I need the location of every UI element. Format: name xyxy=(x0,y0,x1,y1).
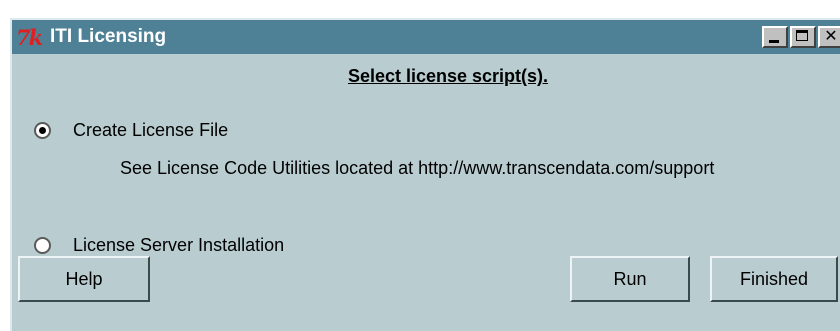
radio-selected-icon[interactable] xyxy=(34,122,51,139)
option-create-license-file[interactable]: Create License File xyxy=(34,120,228,141)
finished-button[interactable]: Finished xyxy=(710,256,838,302)
tk-app-icon: 7k xyxy=(16,24,43,50)
maximize-icon[interactable] xyxy=(790,26,816,48)
run-button[interactable]: Run xyxy=(570,256,690,302)
option-label: License Server Installation xyxy=(73,235,285,255)
window-controls: ✕ xyxy=(762,26,840,48)
option-license-server-installation[interactable]: License Server Installation xyxy=(34,235,284,256)
title-bar[interactable]: 7k ITI Licensing ✕ xyxy=(12,20,840,54)
radio-unselected-icon[interactable] xyxy=(34,237,51,254)
page-heading: Select license script(s). xyxy=(347,66,549,86)
minimize-icon[interactable] xyxy=(762,26,788,48)
window-title: ITI Licensing xyxy=(50,26,167,47)
license-utilities-note: See License Code Utilities located at ht… xyxy=(120,158,715,178)
close-icon[interactable]: ✕ xyxy=(818,26,840,48)
licensing-window: 7k ITI Licensing ✕ Select license script… xyxy=(10,18,840,331)
option-label: Create License File xyxy=(73,120,229,140)
help-button[interactable]: Help xyxy=(18,256,150,302)
